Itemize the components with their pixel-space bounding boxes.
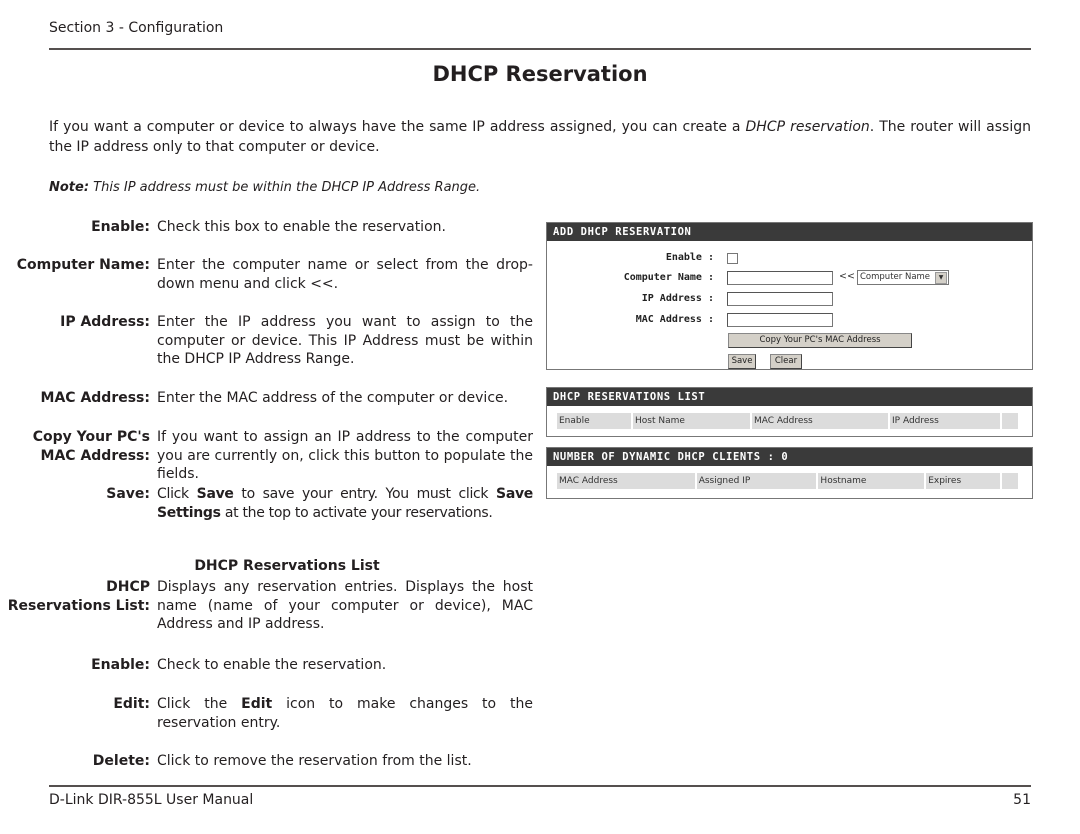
computer-name-label: Computer Name :: [623, 272, 714, 283]
def-reservations-list: DHCP Reservations List: Displays any rese…: [0, 578, 533, 638]
reservations-table-header: Enable Host Name MAC Address IP Address: [557, 413, 1020, 429]
col-host-name: Host Name: [633, 413, 750, 429]
def-term: MAC Address:: [40, 390, 150, 406]
def-desc: Check this box to enable the reservation…: [157, 219, 446, 235]
col-mac-address: MAC Address: [557, 473, 695, 489]
def-enable: Enable: Check this box to enable the res…: [0, 218, 533, 238]
enable-label: Enable :: [665, 252, 714, 263]
col-ip-address: IP Address: [890, 413, 1000, 429]
col-mac-address: MAC Address: [752, 413, 888, 429]
note-label: Note:: [49, 180, 90, 195]
text: Click the: [157, 696, 242, 712]
def-term: Enable:: [91, 219, 150, 235]
enable-checkbox[interactable]: [727, 253, 738, 264]
bold-save: Save: [196, 486, 234, 502]
add-dhcp-reservation-panel: ADD DHCP RESERVATION Enable : Computer N…: [546, 222, 1033, 370]
ip-address-row: IP Address :: [547, 290, 1032, 308]
def-term: IP Address:: [60, 314, 150, 330]
def-term: Copy Your PC's MAC Address:: [0, 428, 150, 465]
copy-mac-button[interactable]: Copy Your PC's MAC Address: [728, 333, 912, 348]
def-term-line2: Reservations List:: [7, 597, 150, 614]
mac-address-label: MAC Address :: [635, 314, 714, 325]
text: Click: [157, 486, 197, 502]
def-desc: Displays any reservation entries. Displa…: [157, 579, 533, 632]
def-desc: Enter the MAC address of the computer or…: [157, 390, 509, 406]
def-desc: Enter the IP address you want to assign …: [157, 314, 533, 367]
panel-title: NUMBER OF DYNAMIC DHCP CLIENTS : 0: [547, 448, 1032, 466]
page-title: DHCP Reservation: [432, 62, 648, 86]
panel-title: ADD DHCP RESERVATION: [547, 223, 1032, 241]
col-expires: Expires: [926, 473, 1001, 489]
def-mac-address: MAC Address: Enter the MAC address of th…: [0, 389, 533, 409]
ip-address-input[interactable]: [727, 292, 833, 306]
dhcp-reservations-list-panel: DHCP RESERVATIONS LIST Enable Host Name …: [546, 387, 1033, 437]
footer-page-number: 51: [1013, 792, 1031, 808]
def-term: Computer Name:: [16, 257, 150, 273]
footer-manual-title: D-Link DIR-855L User Manual: [49, 792, 254, 808]
enable-row: Enable :: [547, 249, 1032, 267]
def-edit: Edit: Click the Edit icon to make change…: [0, 695, 533, 735]
def-ip-address: IP Address: Enter the IP address you wan…: [0, 313, 533, 373]
list-section-heading: DHCP Reservations List: [194, 558, 380, 574]
section-header: Section 3 - Configuration: [49, 20, 224, 36]
def-term: DHCP Reservations List:: [0, 578, 150, 615]
def-delete: Delete: Click to remove the reservation …: [0, 752, 533, 772]
note: Note: This IP address must be within the…: [49, 180, 480, 195]
col-enable: Enable: [557, 413, 631, 429]
footer-rule: [49, 785, 1031, 787]
def-term: Save:: [106, 486, 150, 502]
bold-edit: Edit: [241, 696, 273, 712]
def-term-line2: MAC Address:: [40, 447, 150, 464]
col-actions: [1002, 413, 1018, 429]
chevron-down-icon: ▼: [935, 272, 947, 284]
intro-emphasis: DHCP reservation: [745, 119, 870, 135]
def-computer-name: Computer Name: Enter the computer name o…: [0, 256, 533, 296]
def-save: Save: Click Save to save your entry. You…: [0, 485, 533, 525]
save-button[interactable]: Save: [728, 354, 756, 369]
def-desc: Click Save to save your entry. You must …: [157, 485, 533, 522]
ip-address-label: IP Address :: [641, 293, 714, 304]
def-term: Enable:: [91, 657, 150, 673]
computer-name-input[interactable]: [727, 271, 833, 285]
text: at the top to activate your reservations…: [220, 504, 493, 521]
copy-name-arrows-button[interactable]: <<: [839, 271, 855, 282]
def-term: Delete:: [92, 753, 150, 769]
def-desc: Check to enable the reservation.: [157, 657, 387, 673]
def-list-enable: Enable: Check to enable the reservation.: [0, 656, 533, 676]
def-term-line1: Copy Your PC's: [32, 429, 150, 445]
intro-paragraph: If you want a computer or device to alwa…: [49, 117, 1031, 157]
clients-table-header: MAC Address Assigned IP Hostname Expires: [557, 473, 1020, 489]
mac-address-input[interactable]: [727, 313, 833, 327]
col-assigned-ip: Assigned IP: [696, 473, 817, 489]
header-rule: [49, 48, 1031, 50]
computer-name-select[interactable]: Computer Name ▼: [857, 270, 949, 285]
text: to save your entry. You must click: [233, 486, 497, 502]
dynamic-dhcp-clients-panel: NUMBER OF DYNAMIC DHCP CLIENTS : 0 MAC A…: [546, 447, 1033, 499]
def-copy-mac: Copy Your PC's MAC Address: If you want t…: [0, 428, 533, 482]
panel-title: DHCP RESERVATIONS LIST: [547, 388, 1032, 406]
def-desc: Enter the computer name or select from t…: [157, 257, 533, 292]
intro-text-1: If you want a computer or device to alwa…: [49, 119, 746, 135]
clear-button[interactable]: Clear: [770, 354, 802, 369]
computer-name-row: Computer Name : << Computer Name ▼: [547, 269, 1032, 287]
mac-address-row: MAC Address :: [547, 311, 1032, 329]
def-desc: Click the Edit icon to make changes to t…: [157, 695, 533, 732]
def-term-line1: DHCP: [106, 579, 150, 595]
col-hostname: Hostname: [818, 473, 925, 489]
def-desc: If you want to assign an IP address to t…: [157, 429, 533, 482]
def-desc: Click to remove the reservation from the…: [157, 753, 472, 769]
def-term: Edit:: [113, 696, 150, 712]
note-text: This IP address must be within the DHCP …: [89, 180, 481, 195]
col-actions: [1002, 473, 1018, 489]
select-value: Computer Name: [860, 272, 931, 282]
